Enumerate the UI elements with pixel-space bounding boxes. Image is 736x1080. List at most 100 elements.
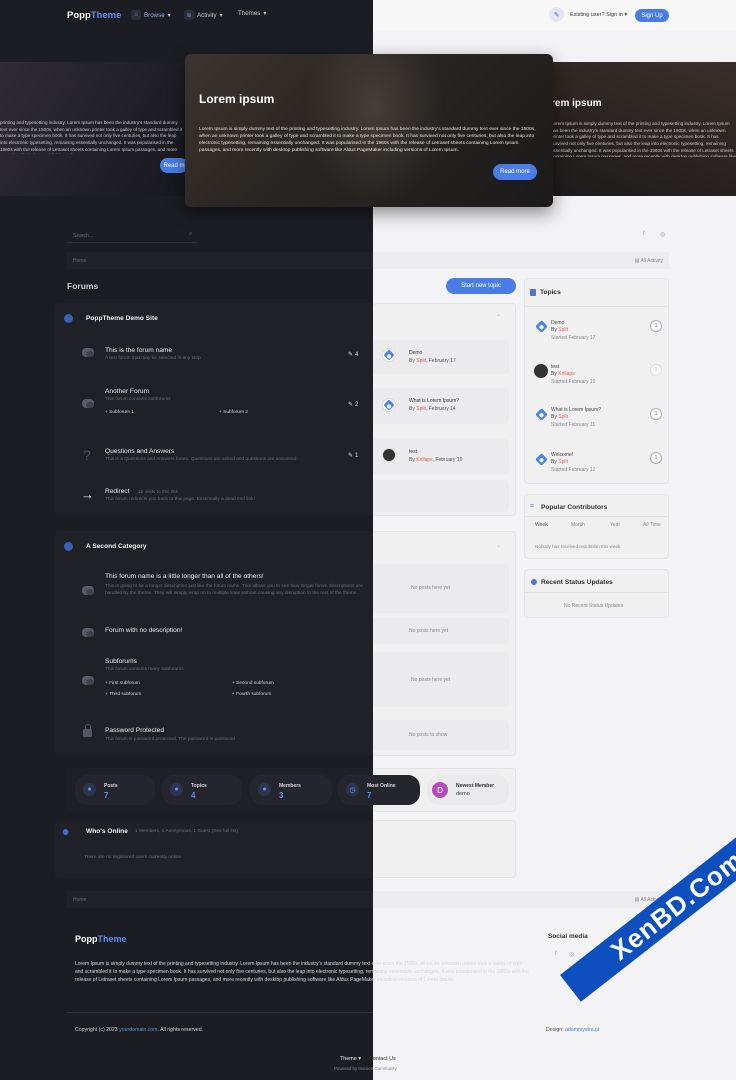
avatar[interactable]	[534, 364, 548, 378]
footer-logo[interactable]: PoppTheme	[75, 934, 127, 944]
last-post-title[interactable]: Demo	[409, 350, 456, 358]
username-link[interactable]: Krillaps	[416, 457, 432, 463]
forum-title[interactable]: Questions and Answers	[105, 448, 174, 455]
whos-online-meta[interactable]: 1 Members, 0 Anonymous, 1 Guest (See ful…	[135, 829, 238, 834]
topic-title[interactable]: test	[551, 364, 595, 371]
search-input[interactable]: Search...	[73, 233, 93, 239]
tab-year[interactable]: Year	[610, 522, 620, 528]
subforum-link[interactable]: + First subforum	[105, 681, 140, 686]
last-post-title[interactable]: What is Lorem Ipsum?	[409, 398, 459, 406]
lock-shackle	[84, 724, 91, 730]
avatar[interactable]	[382, 398, 396, 412]
collapse-icon[interactable]: ⌃	[496, 314, 501, 321]
subforum-link[interactable]: + Subforum 2	[219, 410, 248, 415]
newest-member: D Newest Member demo	[427, 775, 509, 805]
no-posts-text: No posts here yet	[411, 585, 451, 591]
forum-icon	[82, 399, 94, 408]
forum-icon	[82, 676, 94, 685]
nav-browse[interactable]: ⌂ Browse ▾	[131, 10, 171, 20]
tab-month[interactable]: Month	[571, 522, 585, 528]
read-more-button[interactable]: Read more	[493, 164, 537, 180]
username-link[interactable]: Split	[558, 327, 568, 333]
forum-title[interactable]: Subforums	[105, 658, 137, 665]
forum-title[interactable]: This is the forum name	[105, 347, 172, 354]
username-link[interactable]: Split	[416, 358, 426, 364]
subforum-link[interactable]: + Third subforum	[105, 692, 141, 697]
theme-switcher[interactable]: Theme ▾	[340, 1056, 361, 1062]
signup-button[interactable]: Sign Up	[635, 9, 669, 22]
newest-member-name[interactable]: demo	[456, 791, 470, 797]
hero-prev-button[interactable]: Read m	[160, 158, 188, 173]
nav-themes[interactable]: Themes ▾	[238, 10, 266, 17]
avatar[interactable]	[382, 448, 396, 462]
topic-title[interactable]: Demo	[551, 320, 595, 327]
forum-desc: A test forum that may be selected in any…	[105, 356, 201, 361]
breadcrumb-home[interactable]: Home	[73, 897, 86, 903]
category-title[interactable]: PoppTheme Demo Site	[86, 315, 158, 322]
topics-icon: ●	[170, 783, 183, 796]
forum-icon	[82, 586, 94, 595]
pencil-icon: ✎	[348, 402, 354, 408]
avatar[interactable]: D	[432, 782, 448, 798]
breadcrumb: Home	[67, 252, 373, 269]
nav-activity[interactable]: ≋ Activity ▾	[184, 10, 223, 20]
last-post-info: What is Lorem Ipsum? By Split, February 1…	[409, 398, 460, 412]
collapse-icon[interactable]: ⌄	[496, 542, 501, 549]
hero-prev-text: printing and typesetting industry. Lorem…	[0, 120, 183, 154]
subforum-link[interactable]: + Subforum 1	[105, 410, 134, 415]
social-title: Social media	[548, 933, 588, 940]
site-logo[interactable]: PoppTheme	[67, 10, 121, 21]
subforum-link[interactable]: + Second subforum	[232, 681, 274, 686]
username-link[interactable]: Split	[558, 414, 568, 420]
all-activity-link[interactable]: ▤ All Activity	[635, 258, 663, 264]
forum-title[interactable]: This forum name is a little longer than …	[105, 573, 264, 580]
category-title[interactable]: A Second Category	[86, 543, 147, 550]
forum-title[interactable]: Forum with no description!	[105, 627, 182, 634]
tab-all-time[interactable]: All Time	[643, 522, 661, 528]
username-link[interactable]: Krillaps	[558, 371, 574, 377]
divider	[524, 306, 669, 307]
topic-title[interactable]: What is Lorem Ipsum?	[551, 407, 601, 414]
last-post-title[interactable]: test	[409, 449, 462, 457]
reply-count: 1	[650, 364, 662, 376]
topic-item[interactable]: test By Krillaps Started February 10	[551, 364, 595, 386]
signin-link[interactable]: Existing user? Sign in ▾	[570, 12, 627, 18]
stat-topics: ● Topics 4	[162, 775, 242, 805]
category-icon	[64, 314, 73, 323]
forum-icon	[82, 348, 94, 357]
user-avatar-icon	[383, 349, 395, 361]
tab-week[interactable]: Week	[535, 522, 548, 528]
breadcrumb-bottom-light: ▤ All Activity	[373, 891, 669, 908]
instagram-icon[interactable]: ◎	[569, 951, 574, 958]
topic-item[interactable]: Welcome! By Split Started February 12	[551, 452, 595, 474]
forum-title[interactable]: Another Forum	[105, 388, 149, 395]
topic-item[interactable]: Demo By Split Started February 17	[551, 320, 595, 342]
contact-link[interactable]: Contact Us	[369, 1056, 396, 1062]
username-link[interactable]: Split	[558, 459, 568, 465]
domain-link[interactable]: yourdomain.com	[119, 1027, 157, 1033]
facebook-icon[interactable]: f	[643, 231, 645, 237]
pencil-icon[interactable]: ✎	[549, 7, 564, 22]
search-icon[interactable]: ⌕	[189, 231, 192, 238]
pencil-icon: ✎	[348, 352, 354, 358]
search-bar[interactable]: Search... ⌕	[67, 228, 197, 243]
facebook-icon[interactable]: f	[555, 951, 557, 957]
hero-text: Lorem Ipsum is simply dummy text of the …	[199, 127, 536, 154]
last-post-empty	[373, 480, 509, 512]
forum-title[interactable]: Password Protected	[105, 727, 164, 734]
powered-by[interactable]: Powered by Invision Community	[334, 1066, 397, 1071]
start-topic-button[interactable]: Start new topic	[446, 278, 516, 294]
avatar[interactable]	[382, 348, 396, 362]
subforum-link[interactable]: + Fourth subforum	[232, 692, 271, 697]
copyright: Copyright (c) 2023 yourdomain.com. All r…	[75, 1027, 204, 1033]
topic-item[interactable]: What is Lorem Ipsum? By Split Started Febr…	[551, 407, 601, 429]
topic-title[interactable]: Welcome!	[551, 452, 595, 459]
forum-title[interactable]: Redirect	[105, 488, 130, 495]
breadcrumb-home[interactable]: Home	[73, 258, 86, 264]
hero-next-title: rem ipsum	[551, 98, 602, 109]
status-icon	[531, 579, 537, 585]
stat-members: ● Members 3	[250, 775, 332, 805]
username-link[interactable]: Split	[416, 406, 426, 412]
designer-link[interactable]: adammystra.pl	[565, 1027, 599, 1033]
instagram-icon[interactable]: ◎	[660, 231, 665, 238]
